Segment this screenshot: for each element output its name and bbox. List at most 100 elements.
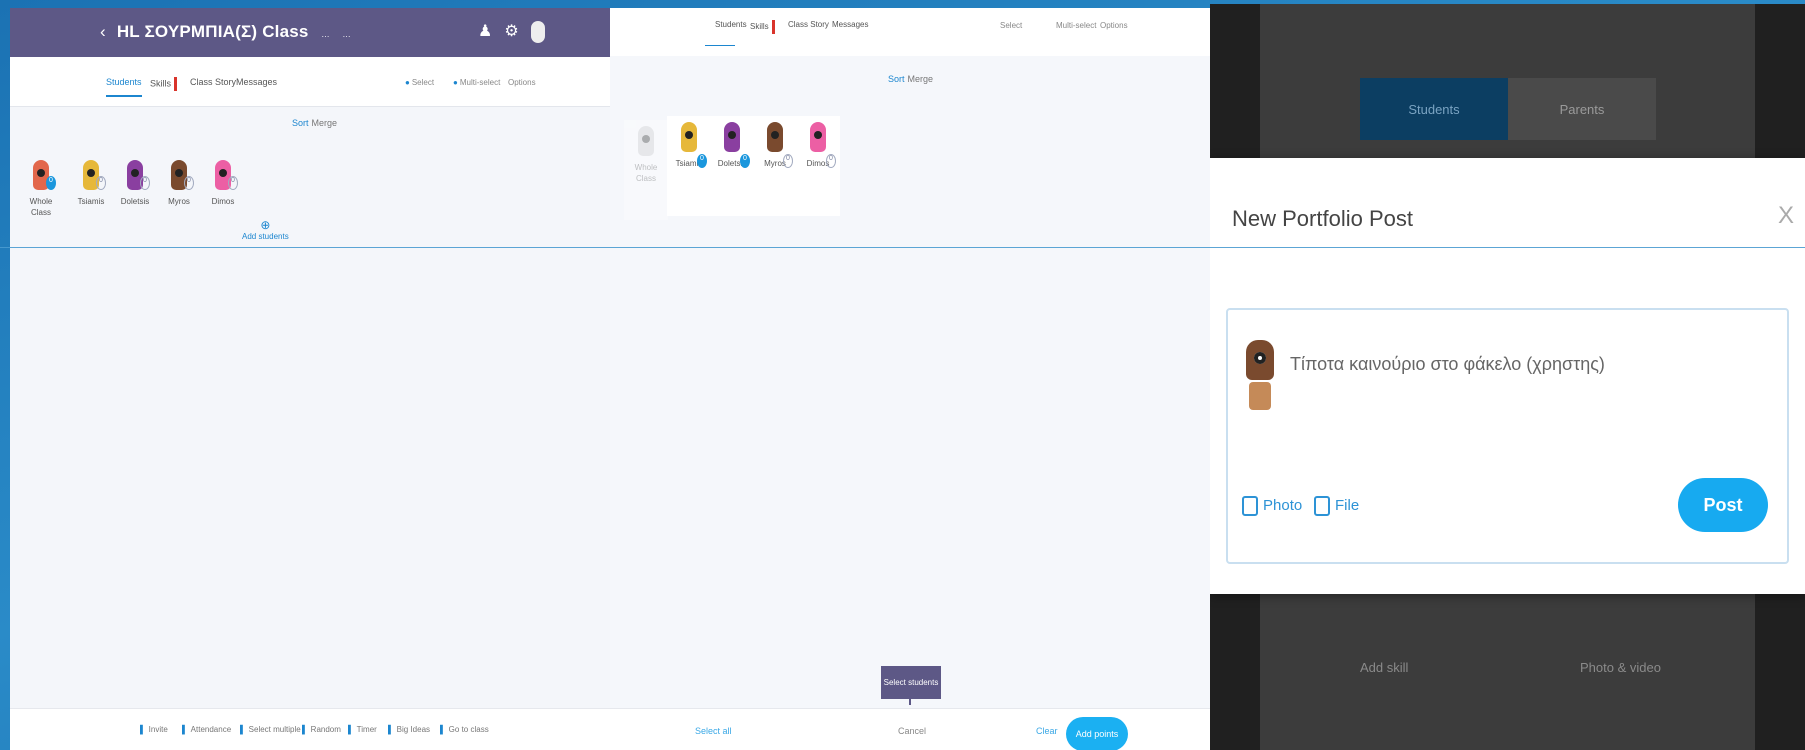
tab-students[interactable]: Students <box>106 77 142 97</box>
multiselect-tool[interactable]: Multi-select <box>1056 21 1096 30</box>
tab-bar: Students Skills Class Story Messages Sel… <box>610 8 1210 56</box>
tab-skills-label: Skills <box>750 22 769 32</box>
student-card[interactable]: 0 Myros <box>753 116 797 216</box>
post-button[interactable]: Post <box>1678 478 1768 532</box>
class-subtitle-2: ... <box>342 29 351 39</box>
guide-line <box>0 247 1805 248</box>
student-card[interactable]: 0 Doletsis <box>710 116 754 216</box>
student-name: Myros <box>168 197 190 206</box>
options-tool[interactable]: Options <box>1100 21 1128 30</box>
student-card[interactable]: 0 Tsiamis <box>76 160 106 207</box>
timer-icon: ▌ <box>348 725 354 734</box>
tab-students[interactable]: Students <box>715 20 747 29</box>
select-all-button[interactable]: Select all <box>695 726 732 736</box>
select-multiple-icon: ▌ <box>240 725 246 734</box>
post-text-input[interactable]: Τίποτα καινούριο στο φάκελο (χρηστης) <box>1290 354 1605 375</box>
add-skill-button: Add skill <box>1360 660 1409 675</box>
dimmed-bottom: Add skill Photo & video <box>1210 600 1805 750</box>
random-icon: ▌ <box>302 725 308 734</box>
points-badge: 0 <box>697 154 707 168</box>
invite-label: Invite <box>148 725 168 734</box>
photo-video-button: Photo & video <box>1580 660 1661 675</box>
bottom-action-bar: Select all Cancel Clear Add points <box>610 708 1210 750</box>
file-button[interactable]: File <box>1314 496 1359 516</box>
random-label: Random <box>310 725 341 734</box>
close-icon[interactable]: X <box>1778 202 1794 230</box>
student-card[interactable]: 0 Whole Class <box>26 160 56 218</box>
tab-skills[interactable]: Skills <box>150 77 178 91</box>
sort-active[interactable]: Sort <box>292 118 309 128</box>
points-badge: 0 <box>184 176 194 190</box>
student-card[interactable]: 0 Dimos <box>208 160 238 207</box>
monster-body <box>1249 382 1271 410</box>
attendance-button[interactable]: ▌ Attendance <box>182 725 231 734</box>
multiselect-tool[interactable]: ● Multi-select <box>453 78 500 87</box>
points-badge: 0 <box>46 176 56 190</box>
student-name: Whole Class <box>634 163 658 183</box>
active-tab-underline <box>705 45 735 46</box>
chevron-left-icon[interactable]: ‹ <box>100 22 106 41</box>
segment-parents[interactable]: Parents <box>1508 78 1656 140</box>
class-title: ‹ HL ΣΟΥΡΜΠΙΑ(Σ) Class ... ... <box>100 22 351 42</box>
photo-label: Photo <box>1263 496 1303 514</box>
bottom-toolbar: ▌ Invite ▌ Attendance ▌ Select multiple ▌ Ra… <box>10 708 610 750</box>
portfolio-panel: Students Parents New Portfolio Post X Τί… <box>1210 4 1805 750</box>
monster-avatar <box>767 122 783 152</box>
big-ideas-button[interactable]: ▌ Big Ideas <box>388 725 430 734</box>
header-icons: ♟ ⚙ <box>478 21 545 43</box>
sort-control[interactable]: Sort Merge <box>292 118 337 128</box>
class-header: ‹ HL ΣΟΥΡΜΠΙΑ(Σ) Class ... ... ♟ ⚙ <box>10 8 610 57</box>
plus-icon: ⊕ <box>260 218 271 232</box>
timer-label: Timer <box>356 725 377 734</box>
select-tool[interactable]: Select <box>1000 21 1022 30</box>
add-student-button[interactable]: ⊕ Add students <box>242 218 289 241</box>
points-badge: 0 <box>740 154 750 168</box>
student-card[interactable]: 0 Doletsis <box>120 160 150 207</box>
points-badge: 0 <box>140 176 150 190</box>
cancel-button[interactable]: Cancel <box>898 726 926 736</box>
tab-class-story[interactable]: Class Story <box>190 77 236 87</box>
class-title-text: HL ΣΟΥΡΜΠΙΑ(Σ) Class <box>116 22 309 41</box>
paperclip-icon <box>1314 496 1330 516</box>
bell-icon[interactable]: ♟ <box>478 21 492 43</box>
file-label: File <box>1335 496 1360 514</box>
tab-messages[interactable]: Messages <box>236 77 277 87</box>
sort-active[interactable]: Sort <box>888 74 905 84</box>
select-label: Select <box>411 78 435 87</box>
select-multiple-label: Select multiple <box>248 725 301 734</box>
student-card[interactable]: 0 Dimos <box>796 116 840 216</box>
flag-icon <box>174 77 178 91</box>
modal-title: New Portfolio Post <box>1232 206 1413 231</box>
sort-other[interactable]: Merge <box>908 74 934 84</box>
student-card[interactable]: 0 Tsiamis <box>667 116 711 216</box>
gear-icon[interactable]: ⚙ <box>504 21 518 43</box>
classroom-panel-select: Students Skills Class Story Messages Sel… <box>610 8 1210 750</box>
sort-other[interactable]: Merge <box>312 118 338 128</box>
invite-button[interactable]: ▌ Invite <box>140 725 168 734</box>
add-points-button[interactable]: Add points <box>1066 717 1128 750</box>
options-tool[interactable]: Options <box>508 78 536 87</box>
sort-control[interactable]: Sort Merge <box>888 74 933 84</box>
student-card[interactable]: Whole Class <box>624 120 668 220</box>
points-badge: 0 <box>783 154 793 168</box>
student-card[interactable]: 0 Myros <box>164 160 194 207</box>
tab-messages[interactable]: Messages <box>832 20 868 29</box>
select-multiple-button[interactable]: ▌ Select multiple <box>240 725 301 734</box>
post-composer[interactable]: Τίποτα καινούριο στο φάκελο (χρηστης) Ph… <box>1226 308 1789 564</box>
tab-skills-label: Skills <box>150 78 172 89</box>
segment-students[interactable]: Students <box>1360 78 1508 140</box>
select-students-tooltip: Select students <box>881 666 941 705</box>
student-name: Doletsis <box>120 197 150 206</box>
random-button[interactable]: ▌ Random <box>302 725 341 734</box>
photo-button[interactable]: Photo <box>1242 496 1302 516</box>
clear-button[interactable]: Clear <box>1036 726 1058 736</box>
invite-icon: ▌ <box>140 725 146 734</box>
avatar[interactable] <box>530 21 545 43</box>
big-ideas-icon: ▌ <box>388 725 394 734</box>
tab-class-story[interactable]: Class Story <box>788 20 829 29</box>
tab-skills[interactable]: Skills <box>750 20 775 34</box>
timer-button[interactable]: ▌ Timer <box>348 725 377 734</box>
go-to-class-button[interactable]: ▌ Go to class <box>440 725 489 734</box>
select-tool[interactable]: ● Select <box>405 78 434 87</box>
student-name: Tsiamis <box>77 197 105 206</box>
